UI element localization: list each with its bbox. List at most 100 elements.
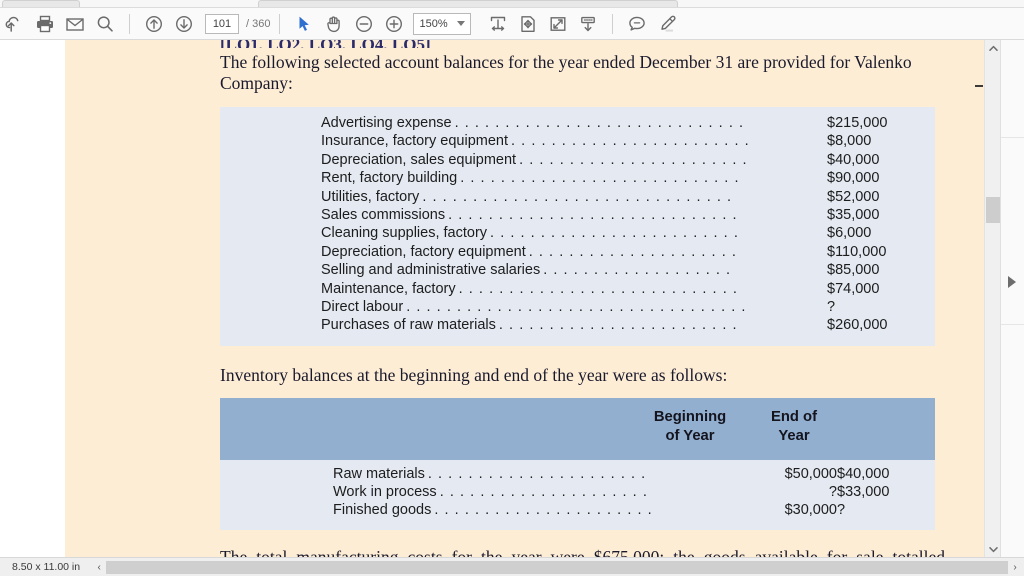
page-tick-marker (975, 85, 983, 87)
table-row: Raw materials . . . . . . . . . . . . . … (220, 466, 935, 484)
page-total-value: 360 (252, 17, 271, 30)
rail-divider-1 (1001, 137, 1024, 138)
account-label: Direct labour (321, 298, 404, 315)
scrollbar-thumb[interactable] (986, 197, 1000, 223)
inventory-table-body: Raw materials . . . . . . . . . . . . . … (220, 459, 935, 530)
print-icon[interactable] (30, 10, 60, 38)
chevron-down-icon (457, 21, 466, 26)
page-number-input[interactable]: 101 (205, 13, 239, 34)
leader-dots: . . . . . . . . . . . . . . . . . . . . … (528, 243, 737, 260)
inventory-end-value: $33,000 (837, 484, 890, 501)
zoom-level-select[interactable]: 150% (413, 12, 472, 35)
table-row: Purchases of raw materials . . . . . . .… (220, 317, 935, 335)
leader-dots: . . . . . . . . . . . . . . . . . . . . … (406, 298, 747, 315)
tab-remnant-right[interactable] (258, 0, 678, 7)
page-down-icon[interactable] (169, 10, 199, 38)
fit-page-icon[interactable] (513, 10, 543, 38)
account-label: Insurance, factory equipment (321, 133, 508, 150)
page-content: [LO1, LO2, LO3, LO4, LO5] The following … (220, 40, 945, 557)
inventory-label: Finished goods (333, 502, 432, 519)
account-label: Cleaning supplies, factory (321, 225, 488, 242)
zoom-out-icon[interactable] (349, 10, 379, 38)
account-label: Depreciation, factory equipment (321, 243, 526, 260)
table-row: Utilities, factory . . . . . . . . . . .… (220, 189, 935, 207)
account-label: Depreciation, sales equipment (321, 151, 517, 168)
inventory-balances-table: Beginning of Year End of Year Raw materi… (220, 397, 935, 530)
page-separator: / (246, 17, 250, 30)
table-row: Depreciation, factory equipment . . . . … (220, 244, 935, 262)
leader-dots: . . . . . . . . . . . . . . . . . . . . … (511, 133, 750, 150)
comment-icon[interactable] (622, 10, 652, 38)
table-row: Depreciation, sales equipment . . . . . … (220, 152, 935, 170)
table-row: Direct labour . . . . . . . . . . . . . … (220, 299, 935, 317)
closing-paragraph-text: The total manufacturing costs for the ye… (220, 546, 945, 557)
learning-objectives-heading: [LO1, LO2, LO3, LO4, LO5] (220, 40, 945, 48)
inventory-table-header: Beginning of Year End of Year (220, 397, 935, 460)
inventory-label: Raw materials (333, 465, 425, 482)
viewer-toolbar: 101 / 360 150% (0, 8, 1024, 40)
select-cursor-icon[interactable] (289, 10, 319, 38)
highlighter-icon[interactable] (652, 10, 682, 38)
account-value: $52,000 (827, 188, 880, 205)
status-bar: 8.50 x 11.00 in ‹ › (0, 557, 1024, 576)
scroll-down-arrow-icon[interactable] (985, 541, 1001, 557)
account-balances-table: Advertising expense . . . . . . . . . . … (220, 107, 935, 346)
leader-dots: . . . . . . . . . . . . . . . . . . . . … (439, 484, 648, 501)
page-up-icon[interactable] (139, 10, 169, 38)
search-icon[interactable] (90, 10, 120, 38)
account-value: $260,000 (827, 317, 888, 334)
account-value: $35,000 (827, 206, 880, 223)
account-value: $215,000 (827, 115, 888, 131)
expand-panel-arrow-icon[interactable] (1008, 276, 1016, 288)
account-value: $74,000 (827, 280, 880, 297)
hscroll-left-arrow-icon[interactable]: ‹ (92, 558, 106, 576)
table-row: Rent, factory building . . . . . . . . .… (220, 170, 935, 188)
cloud-upload-icon[interactable] (0, 10, 30, 38)
document-viewport[interactable]: [LO1, LO2, LO3, LO4, LO5] The following … (0, 40, 1008, 557)
tab-remnant-left[interactable] (2, 0, 80, 7)
toolbar-divider-1 (129, 13, 130, 34)
leader-dots: . . . . . . . . . . . . . . . . . . . . … (490, 225, 739, 242)
leader-dots: . . . . . . . . . . . . . . . . . . . . … (422, 188, 733, 205)
horizontal-scrollbar-track[interactable] (106, 560, 1008, 574)
hand-pan-icon[interactable] (319, 10, 349, 38)
scroll-up-arrow-icon[interactable] (985, 40, 1001, 56)
leader-dots: . . . . . . . . . . . . . . . . . . . . … (427, 465, 647, 482)
account-label: Purchases of raw materials (321, 317, 496, 334)
account-value: $90,000 (827, 170, 880, 187)
account-value: $85,000 (827, 262, 880, 279)
email-icon[interactable] (60, 10, 90, 38)
hscroll-right-arrow-icon[interactable]: › (1008, 558, 1022, 576)
fit-width-icon[interactable] (483, 10, 513, 38)
table-row: Work in process . . . . . . . . . . . . … (220, 484, 935, 502)
table-row: Cleaning supplies, factory . . . . . . .… (220, 225, 935, 243)
account-value: $8,000 (827, 133, 872, 150)
inventory-beginning-value: $50,000 (784, 465, 837, 482)
account-value: ? (827, 298, 836, 315)
closing-paragraph: The total manufacturing costs for the ye… (220, 547, 945, 557)
column-header-beginning-line1: Beginning (653, 408, 727, 425)
zoom-level-value: 150% (419, 17, 448, 30)
pdf-viewer-window: 101 / 360 150% The following selected ac… (0, 0, 1024, 576)
account-label: Rent, factory building (321, 170, 458, 187)
page-total-label: / 360 (246, 18, 270, 30)
zoom-in-icon[interactable] (379, 10, 409, 38)
leader-dots: . . . . . . . . . . . . . . . . . . . . … (458, 280, 738, 297)
scroll-down-icon[interactable] (573, 10, 603, 38)
column-header-end-line1: End of (770, 408, 818, 425)
account-label: Selling and administrative salaries (321, 262, 541, 279)
toolbar-divider-2 (279, 13, 281, 34)
account-value: $6,000 (827, 225, 872, 242)
browser-tab-strip (0, 0, 1024, 8)
vertical-scrollbar[interactable] (975, 40, 1001, 557)
table-row: Selling and administrative salaries . . … (220, 262, 935, 280)
table-row: Sales commissions . . . . . . . . . . . … (220, 207, 935, 225)
table-row: Insurance, factory equipment . . . . . .… (220, 133, 935, 151)
inventory-beginning-value: $30,000 (784, 502, 837, 519)
leader-dots: . . . . . . . . . . . . . . . . . . . (543, 262, 732, 279)
fullscreen-icon[interactable] (543, 10, 573, 38)
column-header-beginning: Beginning of Year (638, 408, 742, 446)
leader-dots: . . . . . . . . . . . . . . . . . . . . … (454, 115, 745, 131)
column-header-end-line2: Year (778, 427, 810, 444)
table-row: Finished goods . . . . . . . . . . . . .… (220, 502, 935, 520)
